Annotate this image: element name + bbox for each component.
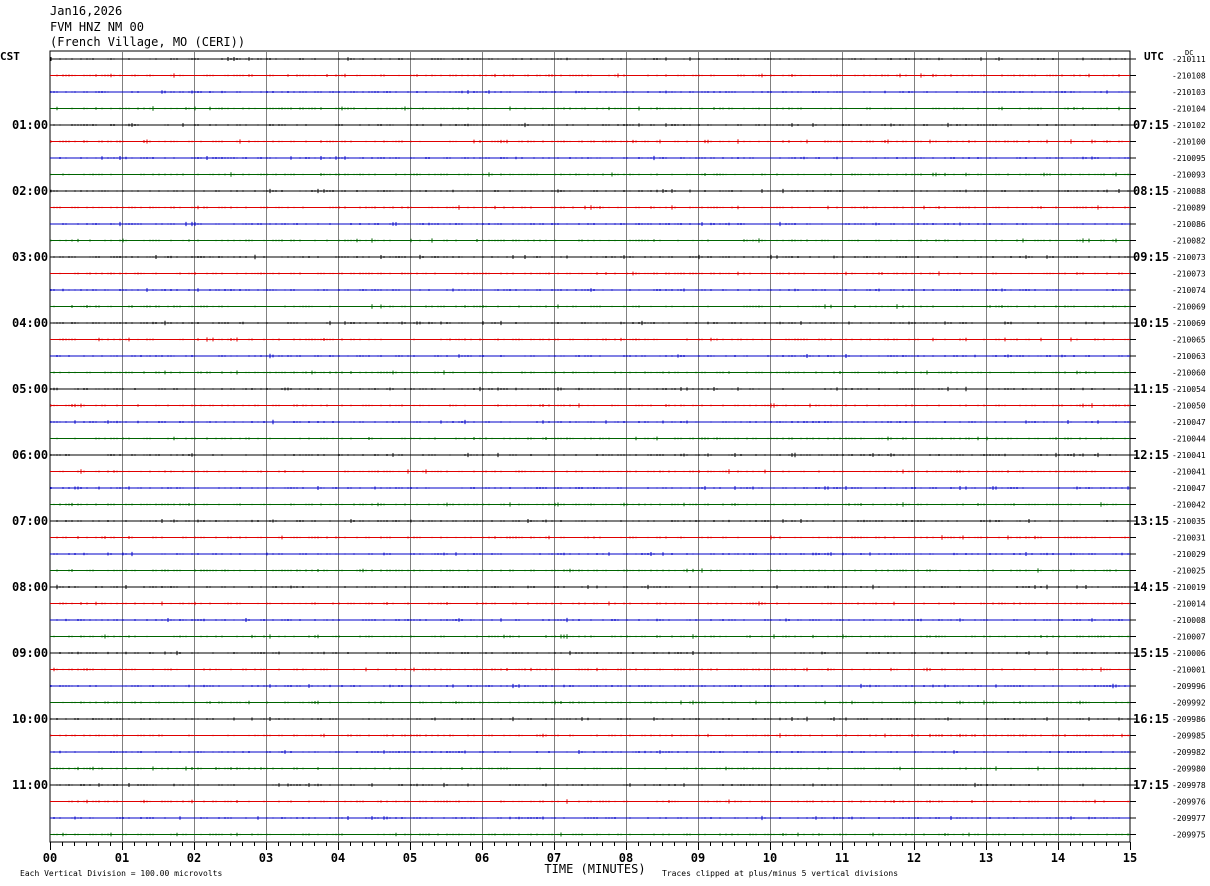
- dc-offset-label: -210073: [1172, 270, 1206, 279]
- utc-axis-label: UTC: [1144, 50, 1164, 63]
- utc-hour-label: 12:15: [1133, 448, 1169, 462]
- dc-offset-label: -210089: [1172, 204, 1206, 213]
- dc-offset-label: -209986: [1172, 715, 1206, 724]
- dc-offset-label: -210006: [1172, 649, 1206, 658]
- x-tick-label: 06: [475, 851, 489, 865]
- dc-offset-label: -209978: [1172, 781, 1206, 790]
- dc-offset-label: -210093: [1172, 171, 1206, 180]
- x-tick-label: 03: [259, 851, 273, 865]
- dc-offset-label: -210050: [1172, 402, 1206, 411]
- dc-offset-label: -210047: [1172, 418, 1206, 427]
- utc-hour-label: 11:15: [1133, 382, 1169, 396]
- utc-hour-label: 16:15: [1133, 712, 1169, 726]
- x-tick-label: 11: [835, 851, 849, 865]
- x-tick-label: 01: [115, 851, 129, 865]
- dc-offset-label: -210073: [1172, 253, 1206, 262]
- dc-offset-label: -210104: [1172, 105, 1206, 114]
- cst-hour-label: 05:00: [12, 382, 48, 396]
- dc-offset-label: -210031: [1172, 534, 1206, 543]
- dc-offset-label: -210042: [1172, 501, 1206, 510]
- dc-offset-label: -209976: [1172, 798, 1206, 807]
- utc-hour-label: 07:15: [1133, 118, 1169, 132]
- dc-offset-label: -210065: [1172, 336, 1206, 345]
- cst-hour-label: 08:00: [12, 580, 48, 594]
- dc-offset-label: -210007: [1172, 633, 1206, 642]
- cst-axis-label: CST: [0, 50, 20, 63]
- cst-hour-label: 11:00: [12, 778, 48, 792]
- x-tick-label: 12: [907, 851, 921, 865]
- x-tick-label: 10: [763, 851, 777, 865]
- dc-offset-label: -210054: [1172, 385, 1206, 394]
- x-tick-label: 00: [43, 851, 57, 865]
- dc-offset-label: -210044: [1172, 435, 1206, 444]
- dc-offset-label: -210108: [1172, 72, 1206, 81]
- dc-offset-label: -209980: [1172, 765, 1206, 774]
- x-tick-label: 13: [979, 851, 993, 865]
- dc-offset-label: -210102: [1172, 121, 1206, 130]
- dc-offset-label: -210086: [1172, 220, 1206, 229]
- helicorder-plot: -210111-210108-210103-210104-210102-2101…: [0, 49, 1206, 878]
- dc-offset-label: -210001: [1172, 666, 1206, 675]
- cst-hour-label: 06:00: [12, 448, 48, 462]
- dc-offset-label: -210041: [1172, 451, 1206, 460]
- dc-offset-label: -210041: [1172, 468, 1206, 477]
- dc-offset-label: -209992: [1172, 699, 1206, 708]
- utc-hour-label: 13:15: [1133, 514, 1169, 528]
- x-tick-label: 02: [187, 851, 201, 865]
- dc-offset-label: -210025: [1172, 567, 1206, 576]
- utc-hour-label: 17:15: [1133, 778, 1169, 792]
- dc-offset-label: -210088: [1172, 187, 1206, 196]
- x-tick-label: 15: [1123, 851, 1137, 865]
- dc-offset-label: -210103: [1172, 88, 1206, 97]
- dc-offset-label: -209975: [1172, 831, 1206, 840]
- dc-offset-label: -210060: [1172, 369, 1206, 378]
- dc-offset-label: -210074: [1172, 286, 1206, 295]
- x-tick-label: 05: [403, 851, 417, 865]
- dc-offset-label: -209982: [1172, 748, 1206, 757]
- dc-offset-label: -210047: [1172, 484, 1206, 493]
- clip-note: Traces clipped at plus/minus 5 vertical …: [662, 869, 898, 878]
- utc-hour-label: 15:15: [1133, 646, 1169, 660]
- cst-hour-label: 07:00: [12, 514, 48, 528]
- dc-offset-label: -209996: [1172, 682, 1206, 691]
- dc-offset-label: -210063: [1172, 352, 1206, 361]
- dc-offset-label: -210069: [1172, 319, 1206, 328]
- cst-hour-label: 09:00: [12, 646, 48, 660]
- x-axis-title: TIME (MINUTES): [544, 862, 645, 876]
- dc-offset-label: -209977: [1172, 814, 1206, 823]
- utc-hour-label: 14:15: [1133, 580, 1169, 594]
- dc-offset-label: -210029: [1172, 550, 1206, 559]
- dc-offset-label: -210019: [1172, 583, 1206, 592]
- x-tick-label: 04: [331, 851, 345, 865]
- utc-hour-label: 09:15: [1133, 250, 1169, 264]
- dc-offset-label: -210095: [1172, 154, 1206, 163]
- dc-offset-label: -210008: [1172, 616, 1206, 625]
- dc-offset-label: -210082: [1172, 237, 1206, 246]
- scale-note: Each Vertical Division = 100.00 microvol…: [20, 869, 222, 878]
- dc-offset-label: -210014: [1172, 600, 1206, 609]
- x-tick-label: 09: [691, 851, 705, 865]
- utc-hour-label: 10:15: [1133, 316, 1169, 330]
- cst-hour-label: 03:00: [12, 250, 48, 264]
- cst-hour-label: 01:00: [12, 118, 48, 132]
- dc-offset-label: -210100: [1172, 138, 1206, 147]
- plot-frame: [49, 50, 1131, 843]
- dc-offset-label: -209985: [1172, 732, 1206, 741]
- dc-label: DC: [1185, 49, 1193, 57]
- cst-hour-label: 02:00: [12, 184, 48, 198]
- x-tick-label: 14: [1051, 851, 1065, 865]
- dc-offset-label: -210069: [1172, 303, 1206, 312]
- cst-hour-label: 10:00: [12, 712, 48, 726]
- utc-hour-label: 08:15: [1133, 184, 1169, 198]
- dc-offset-label: -210035: [1172, 517, 1206, 526]
- cst-hour-label: 04:00: [12, 316, 48, 330]
